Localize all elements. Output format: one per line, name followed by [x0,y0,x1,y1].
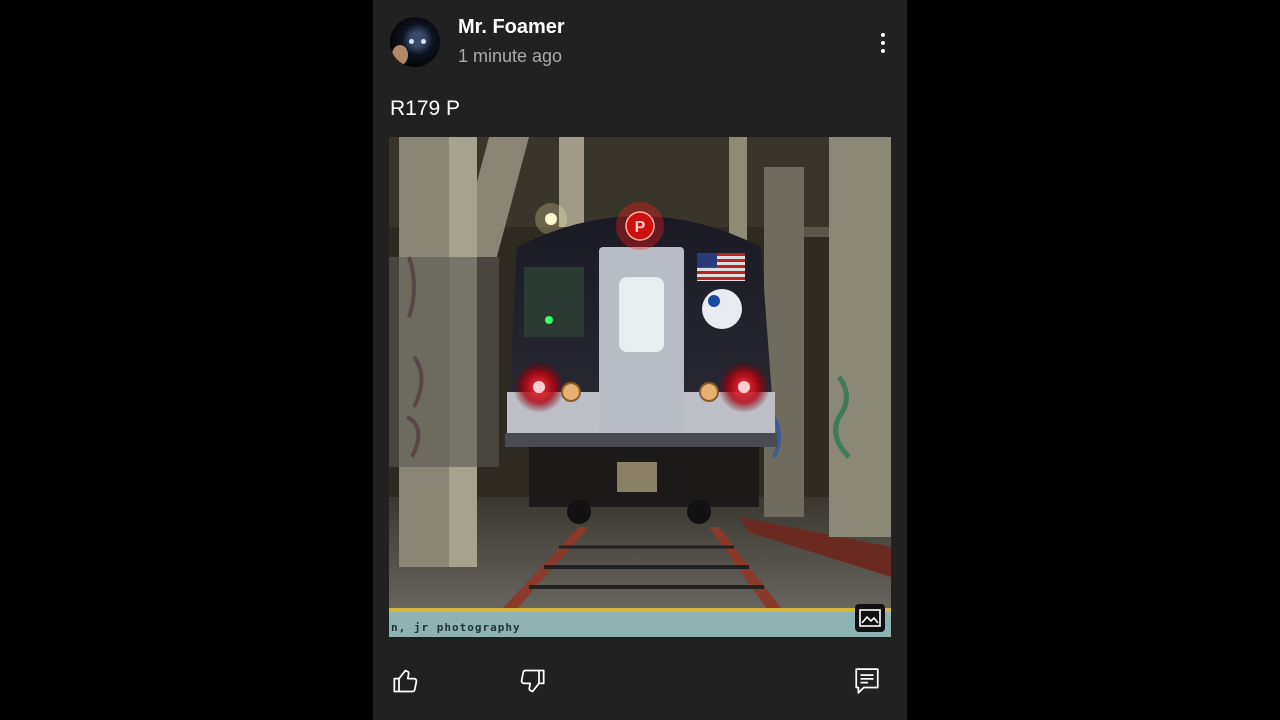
post-card: Mr. Foamer 1 minute ago R179 P P n, jr p… [373,0,907,720]
more-options-button[interactable] [871,28,895,58]
comment-button[interactable] [851,665,883,697]
post-timestamp: 1 minute ago [458,46,563,66]
post-text: R179 P [390,97,461,120]
post-image[interactable]: P n, jr photography [389,137,891,637]
thumbs-up-icon [393,669,418,693]
comment-icon [855,668,879,694]
image-icon[interactable] [855,604,885,632]
dislike-button[interactable] [516,665,548,697]
author-name[interactable]: Mr. Foamer [458,16,565,39]
avatar[interactable] [390,17,440,67]
like-button[interactable] [390,665,422,697]
image-watermark: n, jr photography [391,621,521,634]
thumbs-down-icon [520,669,545,693]
route-bullet-label: P [635,219,646,236]
more-vert-icon [881,33,885,37]
